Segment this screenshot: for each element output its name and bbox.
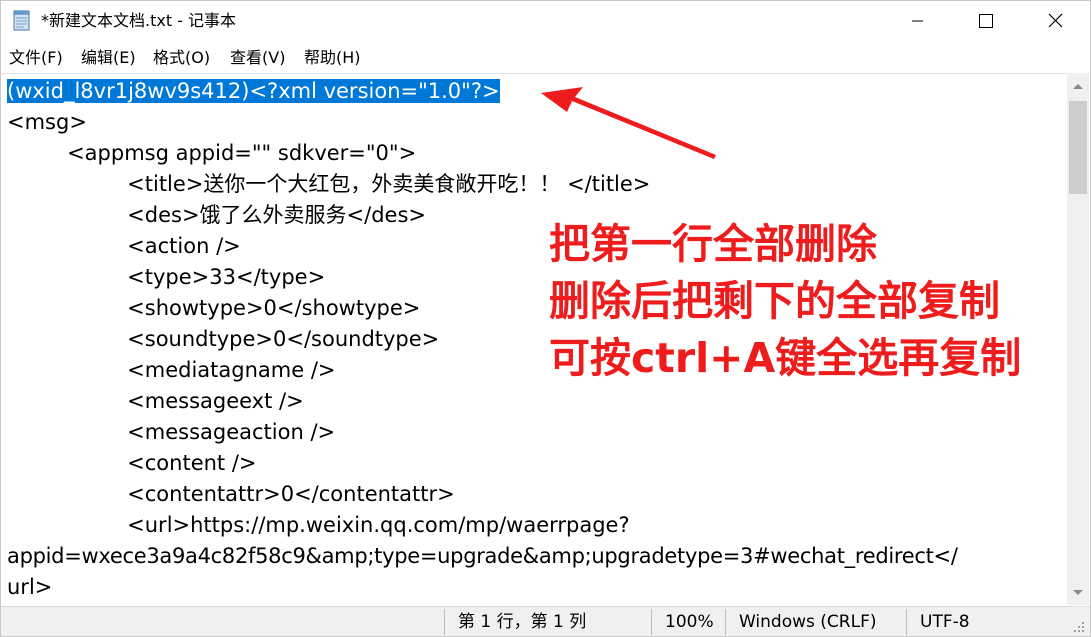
editor-line[interactable]: <soundtype>0</soundtype> <box>7 324 439 355</box>
close-button[interactable] <box>1032 1 1078 41</box>
editor-line[interactable]: <url>https://mp.weixin.qq.com/mp/waerrpa… <box>7 510 629 541</box>
editor-line[interactable]: url> <box>7 572 52 603</box>
editor-line[interactable]: <contentattr>0</contentattr> <box>7 479 455 510</box>
selected-text[interactable]: (wxid_l8vr1j8wv9s412)<?xml version="1.0"… <box>7 79 500 103</box>
menu-format[interactable]: 格式(O) <box>151 45 212 71</box>
scroll-up-icon[interactable] <box>1067 75 1089 97</box>
cursor-position: 第 1 行，第 1 列 <box>458 612 587 632</box>
status-separator <box>651 609 652 635</box>
title-bar[interactable]: *新建文本文档.txt - 记事本 <box>1 1 1090 41</box>
maximize-icon <box>979 14 993 28</box>
red-arrow-icon <box>541 87 716 159</box>
editor-line[interactable]: <messageext /> <box>7 386 304 417</box>
editor-line[interactable]: <content /> <box>7 448 256 479</box>
editor-line[interactable]: <action /> <box>7 231 241 262</box>
minimize-button[interactable] <box>894 1 940 41</box>
status-separator <box>444 609 445 635</box>
editor-line[interactable]: <type>33</type> <box>7 262 325 293</box>
notepad-app-icon <box>13 10 30 31</box>
notepad-window: *新建文本文档.txt - 记事本 文件(F) 编辑(E) 格式(O) 查看(V… <box>0 0 1091 637</box>
status-bar: 第 1 行，第 1 列 100% Windows (CRLF) UTF-8 <box>1 606 1090 636</box>
maximize-button[interactable] <box>962 1 1008 41</box>
editor-line[interactable]: <title>送你一个大红包，外卖美食敞开吃！！ </title> <box>7 169 650 200</box>
annotation-line-2: 删除后把剩下的全部复制 <box>549 277 1000 325</box>
close-icon <box>1048 13 1063 28</box>
editor-line[interactable]: <mediatagname /> <box>7 355 335 386</box>
zoom-level: 100% <box>665 612 714 632</box>
annotation-line-1: 把第一行全部删除 <box>549 220 877 268</box>
menu-bar: 文件(F) 编辑(E) 格式(O) 查看(V) 帮助(H) <box>1 45 1090 71</box>
editor-line[interactable]: <showtype>0</showtype> <box>7 293 420 324</box>
line-ending: Windows (CRLF) <box>739 612 877 632</box>
window-title: *新建文本文档.txt - 记事本 <box>41 11 237 30</box>
status-separator <box>725 609 726 635</box>
menu-help[interactable]: 帮助(H) <box>302 45 363 71</box>
status-separator <box>906 609 907 635</box>
editor-line[interactable]: <appmsg appid="" sdkver="0"> <box>7 138 416 169</box>
menu-view[interactable]: 查看(V) <box>228 45 287 71</box>
resize-grip-icon[interactable] <box>1071 619 1087 635</box>
editor-line[interactable]: <messageaction /> <box>7 417 335 448</box>
minimize-icon <box>912 20 923 22</box>
menu-file[interactable]: 文件(F) <box>7 45 65 71</box>
annotation-line-3: 可按ctrl+A键全选再复制 <box>549 334 1022 382</box>
editor-line-1[interactable]: (wxid_l8vr1j8wv9s412)<?xml version="1.0"… <box>7 76 500 107</box>
encoding: UTF-8 <box>920 612 970 632</box>
editor-line[interactable]: <des>饿了么外卖服务</des> <box>7 200 426 231</box>
editor-line[interactable]: appid=wxece3a9a4c82f58c9&amp;type=upgrad… <box>7 541 958 572</box>
menu-edit[interactable]: 编辑(E) <box>79 45 138 71</box>
editor-line[interactable]: <msg> <box>7 107 87 138</box>
scrollbar-thumb[interactable] <box>1069 101 1087 194</box>
scroll-down-icon[interactable] <box>1067 581 1089 603</box>
vertical-scrollbar[interactable] <box>1067 73 1089 605</box>
